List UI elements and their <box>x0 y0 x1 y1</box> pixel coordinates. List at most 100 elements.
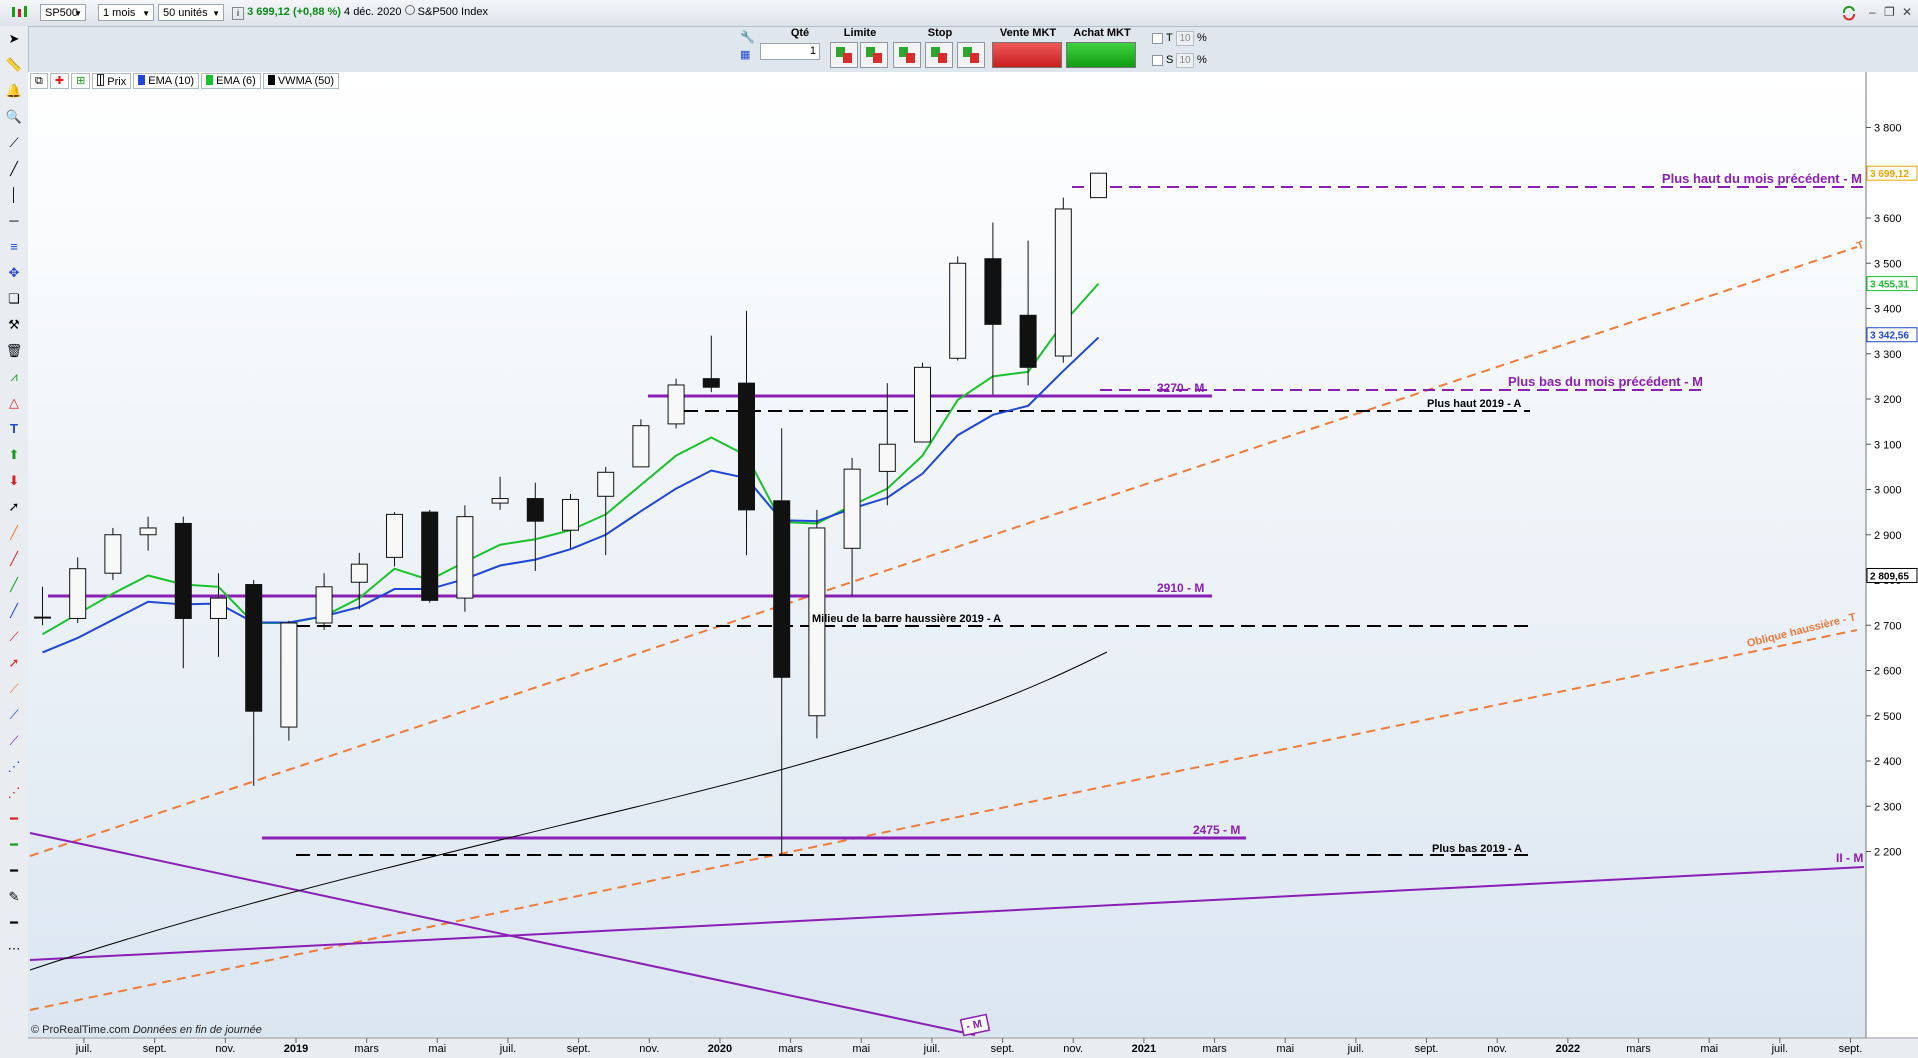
arrow-up-icon[interactable]: ⬆ <box>5 446 23 464</box>
y-tick-label: 3 600 <box>1874 213 1902 225</box>
stop-sell-button[interactable] <box>925 42 953 68</box>
y-tick-label: 2 400 <box>1874 756 1902 768</box>
legend-config-icon[interactable]: ⧉ <box>30 73 48 89</box>
orange-line-icon[interactable]: ╱ <box>5 524 23 542</box>
cursor-icon[interactable]: ➤ <box>5 30 23 48</box>
chevron-down-icon: ▼ <box>74 9 82 18</box>
more-tools-icon[interactable]: ⋯ <box>5 940 23 958</box>
pencil-icon[interactable]: ✎ <box>5 888 23 906</box>
legend-ema6[interactable]: EMA (6) <box>201 73 261 89</box>
x-tick-label: juil. <box>1771 1043 1789 1055</box>
candle-body <box>69 568 87 619</box>
red-hline-icon[interactable]: ━ <box>5 810 23 828</box>
stop-order-button[interactable] <box>957 42 985 68</box>
vertical-line-icon[interactable]: │ <box>5 186 23 204</box>
s-checkbox[interactable] <box>1152 55 1163 66</box>
legend-vwma[interactable]: VWMA (50) <box>262 73 340 89</box>
blue-segment-icon[interactable]: ⟋ <box>5 706 23 724</box>
x-tick-label: mars <box>778 1043 803 1055</box>
buy-market-button[interactable] <box>1066 42 1136 68</box>
price-tag: 3 455,31 <box>1870 280 1909 291</box>
trash-icon[interactable]: 🗑 <box>5 342 23 360</box>
y-tick-label: 2 900 <box>1874 530 1902 542</box>
legend-indicator-icon[interactable]: ⊞ <box>71 73 91 89</box>
s-value[interactable]: 10 <box>1176 53 1194 68</box>
limit-label: Limite <box>843 27 877 39</box>
red-arrow-icon[interactable]: ➚ <box>5 654 23 672</box>
refresh-icon[interactable] <box>1841 5 1857 24</box>
stop-buy-button[interactable] <box>893 42 921 68</box>
chart-legend: ⧉ ✚ ⊞ Prix EMA (10) EMA (6) VWMA (50) <box>30 73 340 89</box>
limit-sell-button[interactable] <box>860 42 888 68</box>
channel-icon[interactable]: ⩘ <box>5 368 23 386</box>
legend-price-label: Prix <box>107 76 127 88</box>
legend-price[interactable]: Prix <box>92 73 132 89</box>
qty-input[interactable]: 1 <box>760 43 820 60</box>
candle-body <box>174 522 192 619</box>
y-tick-label: 3 300 <box>1874 349 1902 361</box>
candle-body <box>562 498 579 531</box>
legend-ema6-label: EMA (6) <box>216 75 256 87</box>
price-tag: 3 342,56 <box>1870 331 1909 342</box>
keypad-icon[interactable]: ▦ <box>740 48 756 62</box>
red-dotted-icon[interactable]: ⋰ <box>5 784 23 802</box>
chevron-down-icon: ▼ <box>212 9 220 18</box>
trendline-icon[interactable]: ╱ <box>5 160 23 178</box>
x-tick-label: nov. <box>1063 1043 1083 1055</box>
move-icon[interactable]: ✥ <box>5 264 23 282</box>
eraser-icon[interactable]: ━ <box>5 914 23 932</box>
legend-add-icon[interactable]: ✚ <box>49 73 70 89</box>
copy-icon[interactable]: ❏ <box>5 290 23 308</box>
blue-dotted-icon[interactable]: ⋰ <box>5 758 23 776</box>
units-select[interactable]: 50 unités ▼ <box>158 4 224 21</box>
orange-segment-icon[interactable]: ⟋ <box>5 680 23 698</box>
red-line-icon[interactable]: ╱ <box>5 550 23 568</box>
horizontal-line-icon[interactable]: ─ <box>5 212 23 230</box>
zoom-icon[interactable]: 🔍 <box>5 108 23 126</box>
line-segment-icon[interactable]: ⟋ <box>5 134 23 152</box>
period-select[interactable]: 1 mois ▼ <box>98 4 154 21</box>
x-tick-label: juil. <box>923 1043 941 1055</box>
x-tick-label: sept. <box>1839 1043 1863 1055</box>
price-chart[interactable]: Plus haut du mois précédent - M Plus bas … <box>28 72 1918 1058</box>
alert-bell-icon[interactable]: 🔔 <box>5 82 23 100</box>
purple-segment-icon[interactable]: ⟋ <box>5 732 23 750</box>
red-segment-icon[interactable]: ⟋ <box>5 628 23 646</box>
green-line-icon[interactable]: ╱ <box>5 576 23 594</box>
x-tick-label: nov. <box>639 1043 659 1055</box>
legend-vwma-label: VWMA (50) <box>277 75 335 87</box>
candle <box>667 378 685 429</box>
green-hline-icon[interactable]: ━ <box>5 836 23 854</box>
restore-icon[interactable]: ❐ <box>1884 5 1895 19</box>
t-value[interactable]: 10 <box>1176 31 1194 46</box>
sell-market-button[interactable] <box>992 42 1062 68</box>
legend-ema10[interactable]: EMA (10) <box>133 73 200 89</box>
text-icon[interactable]: T <box>5 420 23 438</box>
annotation-ii-m: II - M <box>1836 851 1863 865</box>
blue-line-icon[interactable]: ╱ <box>5 602 23 620</box>
candle-body <box>738 382 755 511</box>
magnet-icon[interactable]: ⚒ <box>5 316 23 334</box>
candle-body <box>315 586 333 624</box>
triangle-icon[interactable]: △ <box>5 394 23 412</box>
candle <box>280 620 298 741</box>
ruler-icon[interactable]: 📏 <box>5 56 23 74</box>
chart-type-icon[interactable] <box>6 4 36 21</box>
arrow-icon[interactable]: ➚ <box>5 498 23 516</box>
candle-body <box>773 500 791 678</box>
arrow-down-icon[interactable]: ⬇ <box>5 472 23 490</box>
t-checkbox[interactable] <box>1152 33 1163 44</box>
symbol-select[interactable]: SP500 ▼ <box>40 4 86 21</box>
limit-buy-button[interactable] <box>830 42 858 68</box>
minimize-icon[interactable]: – <box>1869 5 1876 19</box>
black-hline-icon[interactable]: ━ <box>5 862 23 880</box>
candle <box>1054 197 1072 363</box>
fibonacci-icon[interactable]: ≡ <box>5 238 23 256</box>
candle <box>104 527 122 580</box>
close-icon[interactable]: ✕ <box>1902 5 1912 19</box>
annotation-prev-month-high: Plus haut du mois précédent - M <box>1662 171 1862 186</box>
wrench-icon[interactable]: 🔧 <box>740 30 756 44</box>
y-tick-label: 3 000 <box>1874 485 1902 497</box>
last-price: 3 699,12 <box>247 6 290 18</box>
candle-body <box>350 563 368 583</box>
